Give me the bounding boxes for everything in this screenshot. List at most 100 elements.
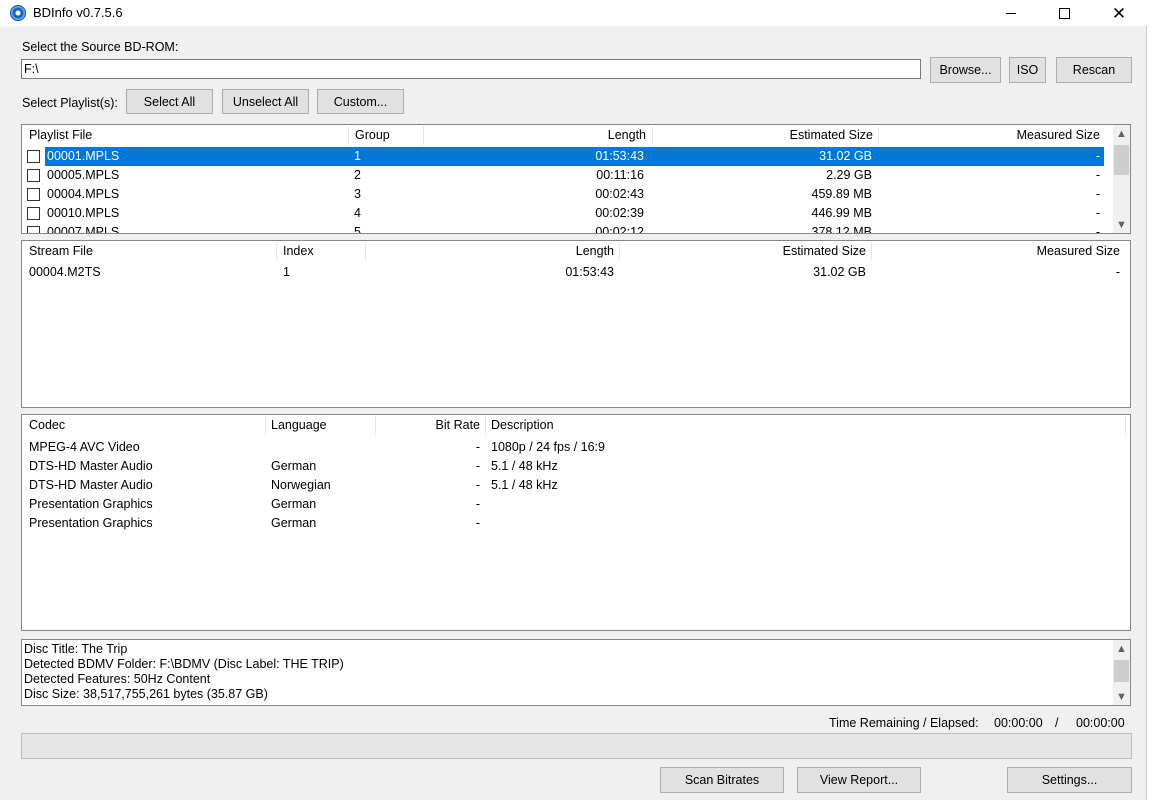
scroll-thumb[interactable]: [1114, 145, 1129, 175]
custom-button[interactable]: Custom...: [317, 89, 404, 114]
table-row[interactable]: MPEG-4 AVC Video -1080p / 24 fps / 16:9: [22, 438, 1130, 457]
playlist-group: 4: [354, 206, 361, 220]
scan-bitrates-button[interactable]: Scan Bitrates: [660, 767, 784, 793]
iso-button[interactable]: ISO: [1009, 57, 1046, 83]
codec-name: DTS-HD Master Audio: [29, 478, 153, 492]
playlist-row-content: 00007.MPLS 5 00:02:12 378.12 MB -: [45, 223, 1104, 234]
playlist-checkbox[interactable]: [27, 188, 40, 201]
col-estimated-size[interactable]: Estimated Size: [620, 244, 866, 262]
col-language[interactable]: Language: [271, 418, 327, 436]
time-label: Time Remaining / Elapsed:: [829, 716, 979, 730]
info-bdmv-folder: Detected BDMV Folder: F:\BDMV (Disc Labe…: [24, 657, 344, 671]
codec-list[interactable]: Codec Language Bit Rate Description MPEG…: [21, 414, 1131, 631]
title-bar: BDInfo v0.7.5.6 ✕: [0, 0, 1151, 26]
stream-est-size: 31.02 GB: [813, 265, 866, 279]
browse-button[interactable]: Browse...: [930, 57, 1001, 83]
source-label: Select the Source BD-ROM:: [22, 40, 179, 54]
playlist-measured-size: -: [1095, 149, 1100, 163]
playlist-group: 5: [354, 225, 361, 234]
table-row[interactable]: 00004.M2TS 1 01:53:43 31.02 GB -: [22, 263, 1130, 282]
settings-button[interactable]: Settings...: [1007, 767, 1132, 793]
view-report-button[interactable]: View Report...: [797, 767, 921, 793]
scroll-down-icon[interactable]: ▼: [1113, 688, 1130, 705]
info-features: Detected Features: 50Hz Content: [24, 672, 211, 686]
col-measured-size[interactable]: Measured Size: [879, 128, 1100, 146]
playlist-est-size: 2.29 GB: [826, 168, 872, 182]
maximize-button[interactable]: [1041, 0, 1087, 26]
playlist-row-content: 00010.MPLS 4 00:02:39 446.99 MB -: [45, 204, 1104, 223]
table-row[interactable]: 00001.MPLS 1 01:53:43 31.02 GB -: [22, 147, 1114, 166]
minimize-icon: [1006, 12, 1016, 14]
playlist-row-content: 00004.MPLS 3 00:02:43 459.89 MB -: [45, 185, 1104, 204]
col-codec[interactable]: Codec: [29, 418, 65, 436]
playlist-measured-size: -: [1095, 168, 1100, 182]
playlist-group: 1: [354, 149, 361, 163]
col-playlist-file[interactable]: Playlist File: [29, 128, 92, 146]
codec-bit-rate: -: [475, 478, 480, 492]
scroll-thumb[interactable]: [1114, 660, 1129, 682]
playlist-length: 00:11:16: [596, 168, 644, 182]
close-icon: ✕: [1111, 3, 1127, 23]
codec-description: 5.1 / 48 kHz: [491, 478, 558, 492]
stream-header: Stream File Index Length Estimated Size …: [22, 241, 1130, 261]
scroll-up-icon[interactable]: ▲: [1113, 125, 1130, 142]
playlist-checkbox[interactable]: [27, 150, 40, 163]
codec-language: German: [271, 459, 317, 473]
codec-bit-rate: -: [475, 440, 480, 454]
codec-language: German: [271, 497, 317, 511]
col-bit-rate[interactable]: Bit Rate: [376, 418, 480, 436]
time-elapsed: 00:00:00: [1076, 716, 1125, 730]
stream-file: 00004.M2TS: [29, 265, 101, 279]
col-length[interactable]: Length: [366, 244, 614, 262]
col-stream-file[interactable]: Stream File: [29, 244, 93, 262]
table-row[interactable]: 00004.MPLS 3 00:02:43 459.89 MB -: [22, 185, 1114, 204]
col-index[interactable]: Index: [283, 244, 314, 262]
playlist-file: 00005.MPLS: [47, 168, 120, 182]
table-row[interactable]: 00005.MPLS 2 00:11:16 2.29 GB -: [22, 166, 1114, 185]
disc-info-box[interactable]: Disc Title: The Trip Detected BDMV Folde…: [21, 639, 1131, 706]
table-row[interactable]: DTS-HD Master Audio German -5.1 / 48 kHz: [22, 457, 1130, 476]
info-scrollbar[interactable]: ▲ ▼: [1113, 640, 1130, 705]
playlist-file: 00007.MPLS: [47, 225, 120, 234]
codec-name: Presentation Graphics: [29, 497, 153, 511]
stream-list[interactable]: Stream File Index Length Estimated Size …: [21, 240, 1131, 408]
table-row[interactable]: DTS-HD Master Audio Norwegian -5.1 / 48 kH…: [22, 476, 1130, 495]
playlist-file: 00001.MPLS: [47, 149, 120, 163]
playlist-length: 00:02:39: [595, 206, 644, 220]
playlist-measured-size: -: [1095, 206, 1100, 220]
playlist-group: 2: [354, 168, 361, 182]
playlist-length: 01:53:43: [595, 149, 644, 163]
table-row[interactable]: 00010.MPLS 4 00:02:39 446.99 MB -: [22, 204, 1114, 223]
col-length[interactable]: Length: [424, 128, 646, 146]
maximize-icon: [1058, 7, 1070, 19]
playlist-row-content: 00005.MPLS 2 00:11:16 2.29 GB -: [45, 166, 1104, 185]
select-playlist-label: Select Playlist(s):: [22, 96, 118, 110]
col-estimated-size[interactable]: Estimated Size: [653, 128, 873, 146]
playlist-checkbox[interactable]: [27, 207, 40, 220]
unselect-all-button[interactable]: Unselect All: [222, 89, 309, 114]
playlist-checkbox[interactable]: [27, 169, 40, 182]
codec-language: Norwegian: [271, 478, 331, 492]
playlist-checkbox[interactable]: [27, 226, 40, 233]
info-disc-size: Disc Size: 38,517,755,261 bytes (35.87 G…: [24, 687, 268, 701]
scroll-up-icon[interactable]: ▲: [1113, 640, 1130, 657]
scan-progress-bar: [21, 733, 1132, 759]
table-row[interactable]: Presentation Graphics German -: [22, 514, 1130, 533]
stream-index: 1: [283, 265, 290, 279]
minimize-button[interactable]: [988, 0, 1034, 26]
table-row[interactable]: Presentation Graphics German -: [22, 495, 1130, 514]
playlist-scrollbar[interactable]: ▲ ▼: [1113, 125, 1130, 233]
col-description[interactable]: Description: [491, 418, 554, 436]
table-row[interactable]: 00007.MPLS 5 00:02:12 378.12 MB -: [22, 223, 1114, 234]
playlist-length: 00:02:43: [595, 187, 644, 201]
col-measured-size[interactable]: Measured Size: [872, 244, 1120, 262]
scroll-down-icon[interactable]: ▼: [1113, 216, 1130, 233]
stream-measured-size: -: [1115, 265, 1120, 279]
playlist-file: 00004.MPLS: [47, 187, 120, 201]
source-path-input[interactable]: [21, 59, 921, 79]
rescan-button[interactable]: Rescan: [1056, 57, 1132, 83]
col-group[interactable]: Group: [355, 128, 390, 146]
select-all-button[interactable]: Select All: [126, 89, 213, 114]
close-button[interactable]: ✕: [1096, 0, 1142, 26]
playlist-list[interactable]: Playlist File Group Length Estimated Siz…: [21, 124, 1131, 234]
